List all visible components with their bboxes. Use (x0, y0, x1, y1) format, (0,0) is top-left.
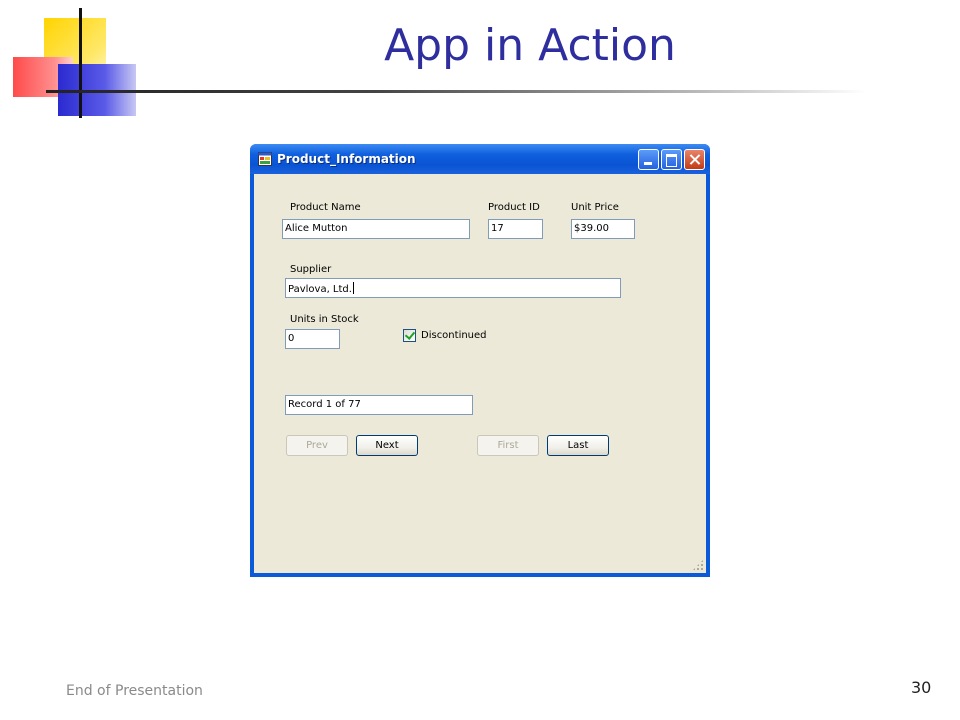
decor-horizontal-line (46, 90, 866, 93)
product-id-field[interactable]: 17 (488, 219, 543, 239)
window-titlebar[interactable]: Product_Information (250, 144, 710, 174)
resize-grip-icon[interactable] (692, 559, 704, 571)
next-button[interactable]: Next (356, 435, 418, 456)
first-button[interactable]: First (477, 435, 539, 456)
supplier-field[interactable]: Pavlova, Ltd. (285, 278, 621, 298)
discontinued-checkbox[interactable] (403, 329, 416, 342)
last-button[interactable]: Last (547, 435, 609, 456)
units-in-stock-label: Units in Stock (290, 314, 359, 325)
slide-footer: End of Presentation (66, 683, 203, 699)
product-id-label: Product ID (488, 202, 540, 213)
unit-price-field[interactable]: $39.00 (571, 219, 635, 239)
checkmark-icon (404, 329, 416, 340)
product-name-label: Product Name (290, 202, 361, 213)
window-title: Product_Information (277, 152, 416, 166)
page-number: 30 (911, 678, 932, 697)
supplier-value: Pavlova, Ltd. (288, 284, 352, 295)
product-name-field[interactable]: Alice Mutton (282, 219, 470, 239)
product-information-window: Product_Information Product Name Alice M… (250, 144, 710, 577)
unit-price-label: Unit Price (571, 202, 619, 213)
minimize-icon[interactable] (638, 149, 659, 170)
units-in-stock-field[interactable]: 0 (285, 329, 340, 349)
text-caret (352, 282, 354, 294)
record-status-field: Record 1 of 77 (285, 395, 473, 415)
discontinued-label[interactable]: Discontinued (421, 330, 487, 341)
slide-title: App in Action (384, 20, 676, 71)
form-client-area: Product Name Alice Mutton Product ID 17 … (254, 174, 706, 573)
maximize-icon[interactable] (661, 149, 682, 170)
prev-button[interactable]: Prev (286, 435, 348, 456)
close-icon[interactable] (684, 149, 705, 170)
supplier-label: Supplier (290, 264, 332, 275)
app-window-icon (258, 152, 272, 166)
